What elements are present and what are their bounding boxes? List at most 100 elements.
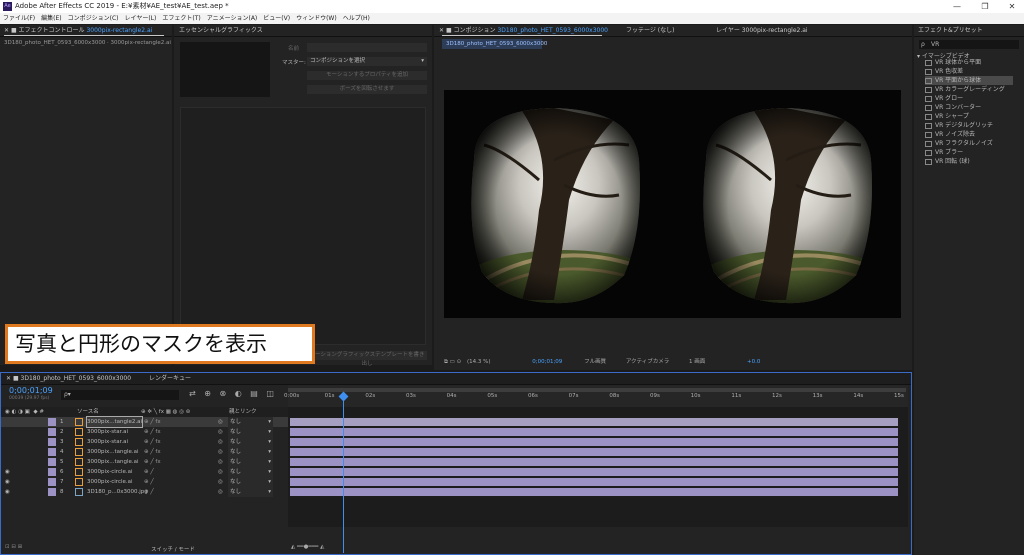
parent-select[interactable]: なし ▾ bbox=[228, 427, 273, 437]
label-color-swatch[interactable] bbox=[48, 468, 56, 476]
timeline-search-input[interactable]: ρ▾ bbox=[61, 390, 179, 400]
layer-duration-bar[interactable] bbox=[290, 438, 898, 446]
effects-presets-tab[interactable]: エフェクト&プリセット bbox=[914, 25, 1024, 37]
layer-switches[interactable]: ⊕ ╱ fx bbox=[144, 437, 161, 447]
layer-switches[interactable]: ⊕ ╱ fx bbox=[144, 447, 161, 457]
eye-icon[interactable]: ◉ bbox=[5, 477, 10, 487]
layer-duration-bar[interactable] bbox=[290, 448, 898, 456]
composition-tab-prefix[interactable]: コンポジション bbox=[454, 27, 496, 34]
label-color-swatch[interactable] bbox=[48, 448, 56, 456]
pickwhip-icon[interactable]: ◎ bbox=[218, 477, 223, 487]
master-select[interactable]: コンポジションを選択 ▾ bbox=[307, 57, 427, 66]
effect-item[interactable]: VR ノイズ除去 bbox=[925, 130, 975, 139]
solo-properties-button[interactable]: ボーズを回転させます bbox=[307, 85, 427, 94]
menu-help[interactable]: ヘルプ(H) bbox=[343, 13, 370, 24]
layer-name[interactable]: 3000pix-star.ai bbox=[87, 437, 128, 447]
pickwhip-icon[interactable]: ◎ bbox=[218, 427, 223, 437]
effect-item[interactable]: VR 色収差 bbox=[925, 67, 963, 76]
menu-composition[interactable]: コンポジション(C) bbox=[68, 13, 119, 24]
layer-row[interactable]: 1 3000pix...tangle2.ai ⊕ ╱ fx ◎ なし ▾ bbox=[1, 416, 288, 428]
close-icon[interactable]: ✕ bbox=[6, 375, 13, 382]
parent-select[interactable]: なし ▾ bbox=[228, 417, 273, 427]
effect-item[interactable]: VR カラーグレーディング bbox=[925, 85, 1005, 94]
minimize-button[interactable]: — bbox=[945, 0, 969, 13]
effect-item[interactable]: VR コンバーター bbox=[925, 103, 981, 112]
timeline-comp-tab[interactable]: 3D180_photo_HET_0593_6000x3000 bbox=[21, 375, 132, 382]
parent-select[interactable]: なし ▾ bbox=[228, 467, 273, 477]
parent-header[interactable]: 親とリンク bbox=[229, 407, 257, 417]
menu-effect[interactable]: エフェクト(T) bbox=[162, 13, 200, 24]
menu-edit[interactable]: 編集(E) bbox=[41, 13, 61, 24]
layer-row[interactable]: 2 3000pix-star.ai ⊕ ╱ fx ◎ なし ▾ bbox=[1, 427, 288, 437]
layer-row[interactable]: 4 3000pix...tangle.ai ⊕ ╱ fx ◎ なし ▾ bbox=[1, 447, 288, 457]
layer-switches[interactable]: ⊕ ╱ bbox=[144, 467, 154, 477]
camera-icon[interactable]: ⧉ ▭ ⊙ bbox=[444, 359, 461, 365]
layer-duration-bar[interactable] bbox=[290, 458, 898, 466]
layer-duration-bar[interactable] bbox=[290, 468, 898, 476]
layer-switches[interactable]: ⊕ ╱ fx bbox=[144, 427, 161, 437]
layer-duration-bar[interactable] bbox=[290, 488, 898, 496]
layer-row[interactable]: 5 3000pix...tangle.ai ⊕ ╱ fx ◎ なし ▾ bbox=[1, 457, 288, 467]
time-ruler[interactable]: 0:00s 01s 02s 03s 04s 05s 06s 07s 08s 09s 10s 11s 12… bbox=[284, 385, 908, 407]
label-color-swatch[interactable] bbox=[48, 488, 56, 496]
effects-search-input[interactable]: ρ VR bbox=[919, 40, 1019, 49]
zoom-slider[interactable]: ◭ ━━●━━━ ◭ bbox=[291, 544, 324, 550]
composition-viewer[interactable] bbox=[444, 90, 901, 318]
playhead-line[interactable] bbox=[343, 393, 345, 553]
close-icon[interactable]: ✕ bbox=[439, 27, 446, 34]
layer-switches[interactable]: ⊕ ╱ fx bbox=[144, 417, 161, 427]
view-layout-select[interactable]: 1 画面 bbox=[689, 359, 705, 365]
pickwhip-icon[interactable]: ◎ bbox=[218, 467, 223, 477]
pickwhip-icon[interactable]: ◎ bbox=[218, 457, 223, 467]
timeline-timecode[interactable]: 0;00;01;09 bbox=[9, 386, 53, 395]
effect-item[interactable]: VR フラクタルノイズ bbox=[925, 139, 993, 148]
name-field[interactable] bbox=[307, 43, 427, 52]
zoom-select[interactable]: (14.3 %) bbox=[467, 359, 491, 365]
effect-item[interactable]: VR デジタルグリッチ bbox=[925, 121, 993, 130]
layer-switches[interactable]: ⊕ ╱ bbox=[144, 477, 154, 487]
layer-duration-bar[interactable] bbox=[290, 428, 898, 436]
effect-item[interactable]: VR ブラー bbox=[925, 148, 963, 157]
layer-row[interactable]: 3 3000pix-star.ai ⊕ ╱ fx ◎ なし ▾ bbox=[1, 437, 288, 447]
effect-item[interactable]: VR 平面から球体 bbox=[925, 76, 1013, 85]
label-color-swatch[interactable] bbox=[48, 418, 56, 426]
pickwhip-icon[interactable]: ◎ bbox=[218, 447, 223, 457]
composition-subtab[interactable]: 3D180_photo_HET_0593_6000x3000 bbox=[442, 39, 547, 49]
switch-mode-toggle[interactable]: スイッチ / モード bbox=[151, 545, 195, 553]
layer-name[interactable]: 3000pix-circle.ai bbox=[87, 467, 133, 477]
pickwhip-icon[interactable]: ◎ bbox=[218, 417, 223, 427]
layer-name[interactable]: 3000pix-circle.ai bbox=[87, 477, 133, 487]
layer-name[interactable]: 3000pix...tangle.ai bbox=[87, 447, 139, 457]
layer-row[interactable]: ◉ 6 3000pix-circle.ai ⊕ ╱ ◎ なし ▾ bbox=[1, 467, 288, 477]
layer-row[interactable]: ◉ 8 3D180_p...0x3000.jpg ⊕ ╱ ◎ なし ▾ bbox=[1, 487, 288, 497]
eye-icon[interactable]: ◉ bbox=[5, 467, 10, 477]
parent-select[interactable]: なし ▾ bbox=[228, 477, 273, 487]
pickwhip-icon[interactable]: ◎ bbox=[218, 487, 223, 497]
layer-name[interactable]: 3000pix...tangle.ai bbox=[87, 457, 139, 467]
label-color-swatch[interactable] bbox=[48, 438, 56, 446]
camera-select[interactable]: アクティブカメラ bbox=[626, 359, 669, 365]
essential-graphics-tab[interactable]: エッセンシャルグラフィックス bbox=[174, 25, 432, 37]
close-icon[interactable]: ✕ bbox=[4, 27, 11, 34]
layer-row[interactable]: ◉ 7 3000pix-circle.ai ⊕ ╱ ◎ なし ▾ bbox=[1, 477, 288, 487]
layer-switches[interactable]: ⊕ ╱ bbox=[144, 487, 154, 497]
resolution-select[interactable]: フル画質 bbox=[584, 359, 606, 365]
timeline-footer-icons[interactable]: ⊡ ⊟ ⊞ bbox=[5, 544, 22, 550]
effect-item[interactable]: VR 球体から平面 bbox=[925, 58, 981, 67]
layer-name[interactable]: 3D180_p...0x3000.jpg bbox=[87, 487, 148, 497]
layer-duration-bar[interactable] bbox=[290, 418, 898, 426]
label-color-swatch[interactable] bbox=[48, 428, 56, 436]
layer-name[interactable]: 3000pix...tangle2.ai bbox=[85, 416, 144, 428]
export-template-button[interactable]: モーショングラフィックステンプレートを書き出し bbox=[307, 351, 427, 367]
effect-item[interactable]: VR グロー bbox=[925, 94, 963, 103]
viewer-timecode[interactable]: 0;00;01;09 bbox=[532, 359, 562, 365]
menu-file[interactable]: ファイル(F) bbox=[3, 13, 35, 24]
layer-duration-bar[interactable] bbox=[290, 478, 898, 486]
parent-select[interactable]: なし ▾ bbox=[228, 487, 273, 497]
source-name-header[interactable]: ソース名 bbox=[77, 407, 99, 417]
render-queue-tab[interactable]: レンダーキュー bbox=[149, 373, 191, 384]
pickwhip-icon[interactable]: ◎ bbox=[218, 437, 223, 447]
menu-window[interactable]: ウィンドウ(W) bbox=[296, 13, 337, 24]
maximize-button[interactable]: ❐ bbox=[973, 0, 997, 13]
effect-item[interactable]: VR シャープ bbox=[925, 112, 969, 121]
